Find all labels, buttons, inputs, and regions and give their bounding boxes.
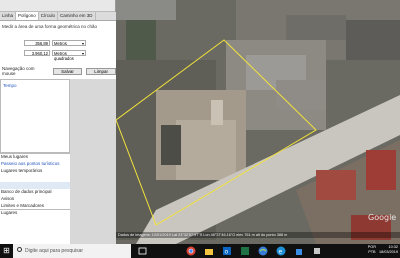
perimeter-unit: Metros — [54, 40, 67, 46]
google-earth-icon[interactable] — [258, 246, 268, 256]
app-icon[interactable] — [312, 246, 322, 256]
places-item[interactable]: Tempo — [3, 83, 17, 88]
taskbar-search[interactable]: Digite aqui para pesquisar — [13, 244, 131, 258]
google-watermark: Google — [368, 213, 397, 222]
search-results-panel: Tempo — [0, 79, 70, 153]
perimeter-row: 356,89 Metros ▾ — [24, 39, 86, 46]
excel-icon[interactable] — [240, 246, 250, 256]
edge-icon[interactable]: e — [276, 246, 286, 256]
list-item[interactable]: Lugares temporários — [0, 168, 70, 175]
task-view-icon[interactable] — [138, 246, 148, 256]
measure-description: Medir a área de uma forma geométrica no … — [2, 24, 98, 29]
list-item[interactable]: Avisos — [0, 196, 70, 203]
taskbar: ⊞ Digite aqui para pesquisar o e POR PTB… — [0, 244, 400, 258]
svg-text:o: o — [225, 249, 229, 256]
layers-panel: Lugares — [0, 209, 70, 244]
measure-tabs: Linha Polígono Círculo Caminho em 3D — [0, 12, 116, 21]
chrome-icon[interactable] — [186, 246, 196, 256]
clock-date: 18/03/2019 — [378, 250, 398, 254]
language-indicator[interactable]: POR PTB — [368, 245, 376, 255]
outlook-icon[interactable]: o — [222, 246, 232, 256]
list-item[interactable]: Meus lugares — [0, 154, 70, 161]
store-icon[interactable] — [294, 246, 304, 256]
chevron-down-icon: ▾ — [81, 40, 84, 46]
tab-3d-path[interactable]: Caminho em 3D — [58, 12, 96, 20]
dialog-actions: Navegação com mouse Salvar Limpar — [2, 66, 116, 76]
tab-line[interactable]: Linha — [0, 12, 17, 20]
windows-start-icon[interactable]: ⊞ — [0, 244, 13, 258]
tab-circle[interactable]: Círculo — [39, 12, 59, 20]
search-placeholder: Digite aqui para pesquisar — [25, 248, 84, 254]
satellite-map[interactable] — [116, 0, 400, 244]
map-imagery — [116, 0, 400, 244]
area-unit: Metros quadrados — [54, 50, 74, 61]
file-explorer-icon[interactable] — [204, 246, 214, 256]
perimeter-value: 356,89 — [24, 39, 50, 46]
ruler-dialog-body: Medir a área de uma forma geométrica no … — [0, 21, 116, 79]
list-item — [0, 182, 70, 189]
places-tree: Meus lugares Passeio aos pontos turístic… — [0, 153, 70, 209]
toolbar-strip — [0, 0, 115, 12]
list-item[interactable]: Passeio aos pontos turísticos — [0, 161, 70, 168]
save-button[interactable]: Salvar — [52, 67, 83, 75]
area-row: 3.960,12 Metros quadrados ▾ — [24, 49, 86, 61]
perimeter-unit-select[interactable]: Metros ▾ — [52, 39, 86, 46]
map-status-bar: Dados de imagens: 12/01/2019 Lat 23°32'5… — [116, 232, 400, 238]
clear-button[interactable]: Limpar — [86, 67, 116, 75]
area-unit-select[interactable]: Metros quadrados ▾ — [52, 49, 86, 61]
list-item — [0, 175, 70, 182]
tab-polygon[interactable]: Polígono — [16, 12, 39, 20]
area-value: 3.960,12 — [24, 49, 50, 56]
svg-text:e: e — [279, 249, 283, 256]
chevron-down-icon: ▾ — [81, 50, 84, 56]
mouse-navigation-label[interactable]: Navegação com mouse — [2, 66, 49, 76]
layers-label: Lugares — [1, 210, 18, 215]
search-icon — [17, 247, 22, 252]
list-item[interactable]: Banco de dados principal — [0, 189, 70, 196]
panel-gap — [70, 79, 116, 244]
clock[interactable]: 10:32 18/03/2019 — [379, 245, 398, 255]
left-panel: Linha Polígono Círculo Caminho em 3D Med… — [0, 0, 116, 244]
keyboard-code: PTB — [368, 250, 376, 254]
